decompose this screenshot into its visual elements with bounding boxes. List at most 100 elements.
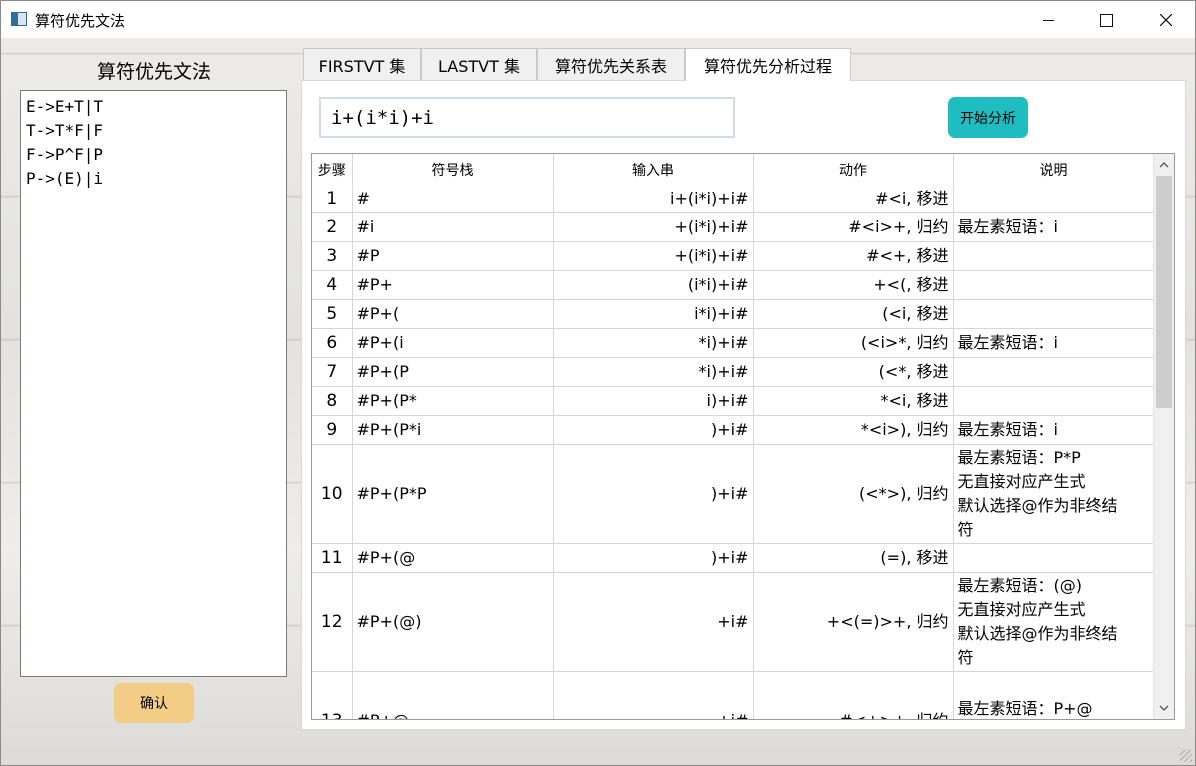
table-row[interactable]: 10 #P+(P*P )+i# (<*>), 归约 最左素短语：P*P 无直接对… — [312, 444, 1155, 544]
cell-note: 最左素短语：i — [953, 328, 1155, 358]
cell-action: (<i, 移进 — [753, 299, 954, 329]
cell-action: #<i>+, 归约 — [753, 212, 954, 242]
start-analysis-button[interactable]: 开始分析 — [948, 97, 1028, 138]
cell-step: 9 — [312, 415, 353, 445]
cell-input: *i)+i# — [553, 328, 754, 358]
cell-action: +<(=)>+, 归约 — [753, 572, 954, 672]
header-input[interactable]: 输入串 — [553, 154, 754, 187]
table-row[interactable]: 3 #P +(i*i)+i# #<+, 移进 — [312, 241, 1155, 271]
expression-input[interactable]: i+(i*i)+i — [319, 97, 735, 138]
cell-note — [953, 186, 1155, 213]
table-row[interactable]: 5 #P+( i*i)+i# (<i, 移进 — [312, 299, 1155, 329]
header-step[interactable]: 步骤 — [312, 154, 353, 187]
cell-step: 1 — [312, 186, 353, 213]
tab-analysis-process[interactable]: 算符优先分析过程 — [685, 48, 851, 81]
app-window: 算符优先文法 算符优先文法 E->E+T|T T->T*F|F F->P^F|P… — [0, 0, 1196, 766]
minimize-button[interactable] — [1019, 1, 1077, 39]
cell-step: 11 — [312, 543, 353, 573]
cell-action: (<*, 移进 — [753, 357, 954, 387]
cell-step: 10 — [312, 444, 353, 544]
cell-step: 5 — [312, 299, 353, 329]
tab-lastvt[interactable]: LASTVT 集 — [421, 48, 537, 80]
cell-stack: #i — [352, 212, 554, 242]
tab-firstvt[interactable]: FIRSTVT 集 — [303, 48, 421, 80]
scroll-up-icon[interactable] — [1154, 155, 1174, 175]
table-row[interactable]: 12 #P+(@) +i# +<(=)>+, 归约 最左素短语：(@) 无直接对… — [312, 572, 1155, 672]
scroll-down-icon[interactable] — [1154, 698, 1174, 718]
cell-input: i*i)+i# — [553, 299, 754, 329]
header-note[interactable]: 说明 — [953, 154, 1155, 187]
cell-action: #<+>+, 归约 — [753, 671, 954, 719]
grammar-input[interactable]: E->E+T|T T->T*F|F F->P^F|P P->(E)|i — [20, 90, 287, 677]
cell-stack: #P+( — [352, 299, 554, 329]
table-row[interactable]: 1 # i+(i*i)+i# #<i, 移进 — [312, 186, 1155, 213]
cell-input: )+i# — [553, 415, 754, 445]
cell-input: +i# — [553, 671, 754, 719]
cell-action: *<i>), 归约 — [753, 415, 954, 445]
tab-precedence-table[interactable]: 算符优先关系表 — [537, 48, 685, 80]
vertical-scrollbar[interactable] — [1153, 154, 1174, 719]
table-row[interactable]: 8 #P+(P* i)+i# *<i, 移进 — [312, 386, 1155, 416]
table-row[interactable]: 4 #P+ (i*i)+i# +<(, 移进 — [312, 270, 1155, 300]
cell-input: +i# — [553, 572, 754, 672]
cell-stack: #P+(P — [352, 357, 554, 387]
table-row[interactable]: 9 #P+(P*i )+i# *<i>), 归约 最左素短语：i — [312, 415, 1155, 445]
cell-stack: # — [352, 186, 554, 213]
header-stack[interactable]: 符号栈 — [352, 154, 554, 187]
cell-action: (=), 移进 — [753, 543, 954, 573]
cell-note: 最左素短语：i — [953, 415, 1155, 445]
app-icon — [11, 12, 27, 26]
resize-grip-icon[interactable] — [1180, 750, 1192, 762]
scrollbar-thumb[interactable] — [1156, 176, 1172, 408]
cell-note — [953, 241, 1155, 271]
title-bar: 算符优先文法 — [1, 1, 1195, 39]
table-header-row: 步骤 符号栈 输入串 动作 说明 — [312, 154, 1155, 187]
cell-stack: #P+(P*P — [352, 444, 554, 544]
cell-note: 最左素短语：P+@ 无直接对应产生式 — [953, 671, 1155, 719]
cell-note: 最左素短语：(@) 无直接对应产生式 默认选择@作为非终结 符 — [953, 572, 1155, 672]
cell-input: )+i# — [553, 444, 754, 544]
maximize-button[interactable] — [1077, 1, 1135, 39]
window-title: 算符优先文法 — [35, 12, 126, 30]
cell-step: 6 — [312, 328, 353, 358]
cell-action: #<+, 移进 — [753, 241, 954, 271]
cell-stack: #P+(@) — [352, 572, 554, 672]
cell-note — [953, 299, 1155, 329]
cell-input: i+(i*i)+i# — [553, 186, 754, 213]
cell-stack: #P — [352, 241, 554, 271]
analysis-table: 步骤 符号栈 输入串 动作 说明 1 # i+(i*i)+i# #<i, 移进 … — [311, 153, 1175, 720]
close-button[interactable] — [1137, 1, 1195, 39]
cell-action: *<i, 移进 — [753, 386, 954, 416]
cell-input: )+i# — [553, 543, 754, 573]
cell-input: +(i*i)+i# — [553, 241, 754, 271]
cell-step: 8 — [312, 386, 353, 416]
cell-stack: #P+@ — [352, 671, 554, 719]
cell-note — [953, 543, 1155, 573]
cell-note — [953, 386, 1155, 416]
cell-stack: #P+ — [352, 270, 554, 300]
cell-note — [953, 270, 1155, 300]
cell-step: 3 — [312, 241, 353, 271]
cell-input: i)+i# — [553, 386, 754, 416]
cell-stack: #P+(P* — [352, 386, 554, 416]
table-row[interactable]: 6 #P+(i *i)+i# (<i>*, 归约 最左素短语：i — [312, 328, 1155, 358]
table-row[interactable]: 11 #P+(@ )+i# (=), 移进 — [312, 543, 1155, 573]
cell-note: 最左素短语：P*P 无直接对应产生式 默认选择@作为非终结 符 — [953, 444, 1155, 544]
table-row[interactable]: 2 #i +(i*i)+i# #<i>+, 归约 最左素短语：i — [312, 212, 1155, 242]
grammar-title: 算符优先文法 — [96, 61, 211, 83]
table-row[interactable]: 13 #P+@ +i# #<+>+, 归约 最左素短语：P+@ 无直接对应产生式 — [312, 671, 1155, 719]
close-icon — [1160, 14, 1172, 26]
cell-stack: #P+(P*i — [352, 415, 554, 445]
cell-input: (i*i)+i# — [553, 270, 754, 300]
confirm-button[interactable]: 确认 — [114, 683, 194, 723]
cell-step: 7 — [312, 357, 353, 387]
header-action[interactable]: 动作 — [753, 154, 954, 187]
cell-stack: #P+(@ — [352, 543, 554, 573]
cell-step: 13 — [312, 671, 353, 719]
cell-action: (<i>*, 归约 — [753, 328, 954, 358]
cell-action: #<i, 移进 — [753, 186, 954, 213]
cell-note: 最左素短语：i — [953, 212, 1155, 242]
cell-step: 12 — [312, 572, 353, 672]
cell-input: +(i*i)+i# — [553, 212, 754, 242]
table-row[interactable]: 7 #P+(P *i)+i# (<*, 移进 — [312, 357, 1155, 387]
